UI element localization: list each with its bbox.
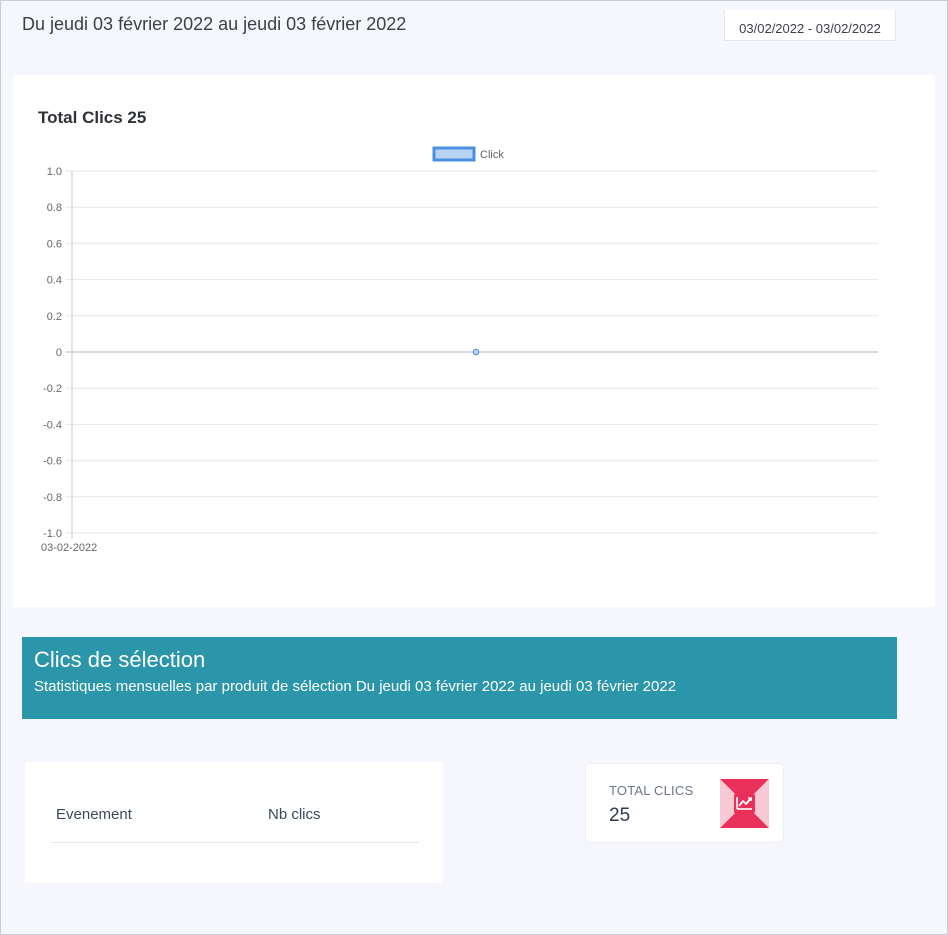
y-tick-label: 0 (56, 347, 62, 359)
data-point (472, 348, 480, 356)
column-header-nb-clics[interactable]: Nb clics (268, 806, 321, 823)
y-tick-label: -0.8 (43, 492, 62, 504)
clicks-chart: 1.0 0.8 0.6 0.4 0.2 0 -0.2 -0.4 -0.6 -0.8 -1.0 03-0… (41, 146, 878, 554)
y-tick-label: -0.4 (43, 419, 62, 431)
banner-subtitle: Statistiques mensuelles par produit de s… (34, 678, 677, 695)
legend-label: Click (480, 149, 504, 161)
date-range-picker[interactable]: 03/02/2022 - 03/02/2022 (724, 10, 896, 41)
selection-banner: Clics de sélection Statistiques mensuell… (22, 637, 897, 719)
events-table-card: Evenement Nb clics (25, 762, 443, 883)
y-tick-label: 0.2 (47, 311, 62, 323)
banner-title: Clics de sélection (34, 647, 206, 672)
y-tick-label: -1.0 (43, 528, 62, 540)
events-table-header: Evenement Nb clics (51, 797, 419, 843)
line-chart-icon (720, 779, 769, 828)
y-tick-label: -0.2 (43, 383, 62, 395)
column-header-evenement[interactable]: Evenement (56, 806, 132, 823)
legend-swatch (432, 146, 476, 162)
y-tick-label: 1.0 (47, 166, 62, 178)
y-tick-label: -0.6 (43, 456, 62, 468)
y-tick-label: 0.8 (47, 202, 62, 214)
total-clicks-label: TOTAL CLICS (609, 783, 694, 798)
chart-card: Total Clics 25 1.0 0.8 0.6 0.4 0.2 0 -0.2 -0.4-… (13, 75, 935, 607)
header-title: Du jeudi 03 février 2022 au jeudi 03 fév… (22, 14, 407, 34)
y-tick-label: 0.6 (47, 238, 62, 250)
x-tick-label: 03-02-2022 (41, 542, 97, 554)
total-clicks-card: TOTAL CLICS 25 (585, 763, 784, 843)
y-tick-label: 0.4 (47, 275, 62, 287)
total-clicks-value: 25 (609, 805, 631, 826)
